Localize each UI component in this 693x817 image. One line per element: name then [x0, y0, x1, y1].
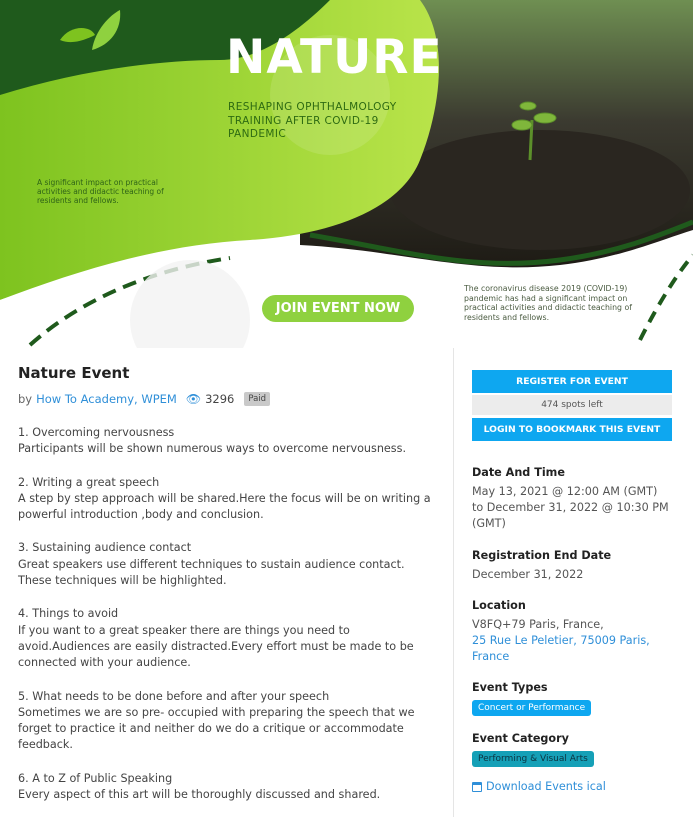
- description-item: 6. A to Z of Public Speaking Every aspec…: [18, 771, 438, 804]
- reg-end-value: December 31, 2022: [472, 567, 584, 581]
- description-heading: 3. Sustaining audience contact: [18, 541, 192, 555]
- description-heading: 6. A to Z of Public Speaking: [18, 771, 173, 785]
- bookmark-button[interactable]: LOGIN TO BOOKMARK THIS EVENT: [472, 418, 672, 441]
- spots-left: 474 spots left: [472, 395, 672, 415]
- description-body: Every aspect of this art will be thoroug…: [18, 788, 381, 802]
- event-type-tag[interactable]: Concert or Performance: [472, 700, 592, 717]
- description-heading: 1. Overcoming nervousness: [18, 426, 175, 439]
- reg-end-heading: Registration End Date: [472, 548, 612, 562]
- event-banner: NATURE RESHAPING OPHTHALMOLOGY TRAINING …: [0, 0, 693, 348]
- description-body: A step by step approach will be shared.H…: [18, 491, 431, 522]
- description-item: 1. Overcoming nervousness Participants w…: [18, 425, 438, 458]
- description-body: Great speakers use different techniques …: [18, 557, 405, 588]
- description-body: Participants will be shown numerous ways…: [18, 442, 407, 456]
- description-heading: 5. What needs to be done before and afte…: [18, 689, 330, 703]
- host-link[interactable]: How To Academy, WPEM: [36, 392, 177, 406]
- date-time-heading: Date And Time: [472, 466, 565, 479]
- location-heading: Location: [472, 598, 526, 612]
- view-count: 3296: [205, 392, 235, 406]
- by-label: by: [18, 392, 33, 406]
- eye-icon: 👁: [185, 392, 202, 406]
- register-button[interactable]: REGISTER FOR EVENT: [472, 370, 672, 393]
- banner-left-note: A significant impact on practical activi…: [37, 178, 164, 205]
- banner-subtitle: RESHAPING OPHTHALMOLOGY TRAINING AFTER C…: [228, 101, 397, 140]
- date-time-value: May 13, 2021 @ 12:00 AM (GMT) to Decembe…: [472, 485, 669, 531]
- event-category-heading: Event Category: [472, 732, 569, 746]
- description-heading: 2. Writing a great speech: [18, 475, 160, 489]
- banner-title: NATURE: [226, 30, 443, 85]
- description-heading: 4. Things to avoid: [18, 607, 119, 621]
- description-item: 5. What needs to be done before and afte…: [18, 689, 438, 754]
- location-value: V8FQ+79 Paris, France, 25 Rue Le Peletie…: [472, 617, 672, 666]
- column-divider: [453, 348, 454, 817]
- location-link[interactable]: 25 Rue Le Peletier, 75009 Paris, France: [472, 633, 672, 665]
- ical-label: Download Events ical: [486, 780, 606, 794]
- event-types-heading: Event Types: [472, 681, 548, 695]
- event-category-tag[interactable]: Performing & Visual Arts: [472, 751, 594, 768]
- event-description: 1. Overcoming nervousness Participants w…: [18, 425, 438, 803]
- description-body: Sometimes we are so pre- occupied with p…: [18, 705, 415, 752]
- join-event-button[interactable]: JOIN EVENT NOW: [262, 295, 414, 322]
- banner-right-note: The coronavirus disease 2019 (COVID-19) …: [464, 284, 632, 322]
- description-item: 3. Sustaining audience contact Great spe…: [18, 540, 438, 589]
- calendar-icon: [472, 781, 482, 792]
- event-sidebar: REGISTER FOR EVENT 474 spots left LOGIN …: [472, 370, 672, 793]
- description-body: If you want to a great speaker there are…: [18, 623, 414, 670]
- location-line: V8FQ+79 Paris, France,: [472, 617, 604, 631]
- download-ical-link[interactable]: Download Events ical: [472, 780, 672, 793]
- description-item: 4. Things to avoid If you want to a grea…: [18, 606, 438, 671]
- event-title: Nature Event: [18, 364, 130, 382]
- event-details: Nature Event by How To Academy, WPEM 👁 3…: [18, 364, 438, 817]
- event-byline: by How To Academy, WPEM 👁 3296 Paid: [18, 392, 438, 406]
- paid-badge: Paid: [244, 392, 271, 406]
- description-item: 2. Writing a great speech A step by step…: [18, 475, 438, 524]
